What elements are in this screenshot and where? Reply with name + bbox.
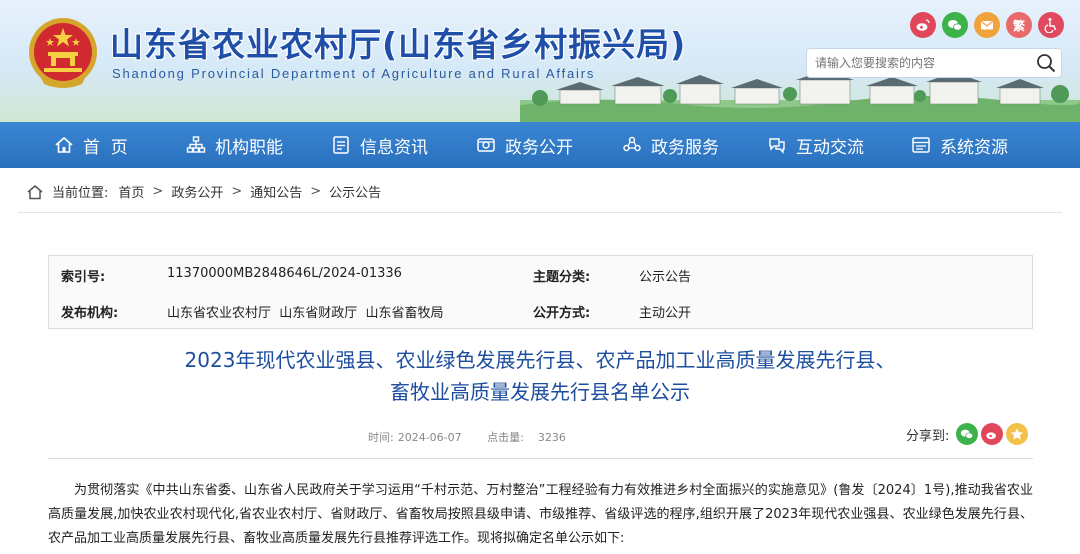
time-label: 时间: (368, 431, 394, 444)
breadcrumb-announcements[interactable]: 公示公告 (329, 182, 381, 201)
main-nav: 首 页 机构职能 信息资讯 政务公开 政务服务 互动交流 系统资源 (0, 122, 1080, 168)
mode-value: 主动公开 (639, 306, 692, 321)
organization-icon (186, 136, 206, 153)
breadcrumb-prefix: 当前位置: (52, 186, 109, 201)
breadcrumb-notices[interactable]: 通知公告 (250, 182, 302, 201)
topic-label: 主题分类: (533, 270, 591, 285)
nav-resources[interactable]: 系统资源 (911, 122, 1008, 168)
search-icon[interactable] (1035, 52, 1057, 74)
article-title-line1: 2023年现代农业强县、农业绿色发展先行县、农产品加工业高质量发展先行县、 (184, 348, 896, 372)
nav-public-affairs[interactable]: 政务公开 (476, 122, 573, 168)
breadcrumb-separator: > (231, 184, 243, 199)
wechat-icon[interactable] (942, 12, 968, 38)
nav-interaction-label: 互动交流 (796, 137, 864, 158)
home-icon (27, 184, 43, 199)
nav-organization-label: 机构职能 (215, 137, 283, 158)
clicks-label: 点击量: (487, 431, 524, 444)
site-title: 山东省农业农村厅(山东省乡村振兴局) (110, 25, 687, 64)
resources-icon (912, 137, 930, 153)
breadcrumb-home[interactable]: 首页 (118, 182, 144, 201)
mail-icon[interactable] (974, 12, 1000, 38)
search-input[interactable] (815, 56, 1025, 70)
document-meta-table: 索引号: 11370000MB2848646L/2024-01336 主题分类:… (48, 255, 1033, 329)
traditional-chinese-button[interactable]: 繁 (1006, 12, 1032, 38)
document-list-icon (333, 136, 349, 154)
breadcrumb: 当前位置: 首页 > 政务公开 > 通知公告 > 公示公告 (18, 171, 1062, 213)
meta-row: 索引号: 11370000MB2848646L/2024-01336 主题分类:… (49, 256, 1034, 292)
publisher-label: 发布机构: (61, 306, 119, 321)
nav-news-label: 信息资讯 (360, 137, 428, 158)
nav-services[interactable]: 政务服务 (622, 122, 719, 168)
accessibility-icon[interactable] (1038, 12, 1064, 38)
share-favorite-icon[interactable] (1006, 423, 1029, 445)
topic-value: 公示公告 (639, 270, 692, 285)
share-label: 分享到: (906, 428, 950, 444)
index-value: 11370000MB2848646L/2024-01336 (167, 266, 402, 281)
site-header: 山东省农业农村厅(山东省乡村振兴局) Shandong Provincial D… (0, 0, 1080, 122)
breadcrumb-public-affairs[interactable]: 政务公开 (171, 182, 223, 201)
breadcrumb-separator: > (310, 184, 322, 199)
nav-resources-label: 系统资源 (940, 137, 1008, 158)
publisher-value: 山东省农业农村厅 山东省财政厅 山东省畜牧局 (167, 306, 444, 321)
nav-organization[interactable]: 机构职能 (186, 122, 283, 168)
meta-row: 发布机构: 山东省农业农村厅 山东省财政厅 山东省畜牧局 公开方式: 主动公开 (49, 293, 1034, 329)
article-title-line2: 畜牧业高质量发展先行县名单公示 (390, 380, 690, 404)
interaction-icon (769, 138, 785, 154)
nav-interaction[interactable]: 互动交流 (767, 122, 864, 168)
clicks-value: 3236 (537, 431, 566, 444)
article-info: 时间: 2024-06-07 点击量: 3236 (368, 429, 570, 445)
public-affairs-icon (477, 138, 495, 152)
nav-public-affairs-label: 政务公开 (505, 137, 573, 158)
nav-home[interactable]: 首 页 (54, 122, 128, 168)
nav-services-label: 政务服务 (651, 137, 719, 158)
national-emblem-icon (29, 18, 97, 88)
mode-label: 公开方式: (533, 306, 591, 321)
share-wechat-icon[interactable] (956, 423, 979, 445)
top-icon-bar: 繁 (910, 12, 1064, 40)
nav-home-label: 首 页 (83, 137, 128, 158)
share-weibo-icon[interactable] (981, 423, 1004, 445)
breadcrumb-separator: > (152, 184, 164, 199)
services-icon (623, 136, 641, 152)
divider (48, 458, 1033, 459)
article-body: 为贯彻落实《中共山东省委、山东省人民政府关于学习运用“千村示范、万村整治”工程经… (48, 483, 1033, 546)
share-bar: 分享到: (906, 423, 1029, 445)
nav-news[interactable]: 信息资讯 (331, 122, 428, 168)
article-title: 2023年现代农业强县、农业绿色发展先行县、农产品加工业高质量发展先行县、 畜牧… (0, 344, 1080, 408)
time-value: 2024-06-07 (397, 431, 462, 444)
index-label: 索引号: (61, 270, 106, 285)
weibo-icon[interactable] (910, 12, 936, 38)
home-icon (55, 136, 73, 153)
search-box (806, 48, 1062, 78)
